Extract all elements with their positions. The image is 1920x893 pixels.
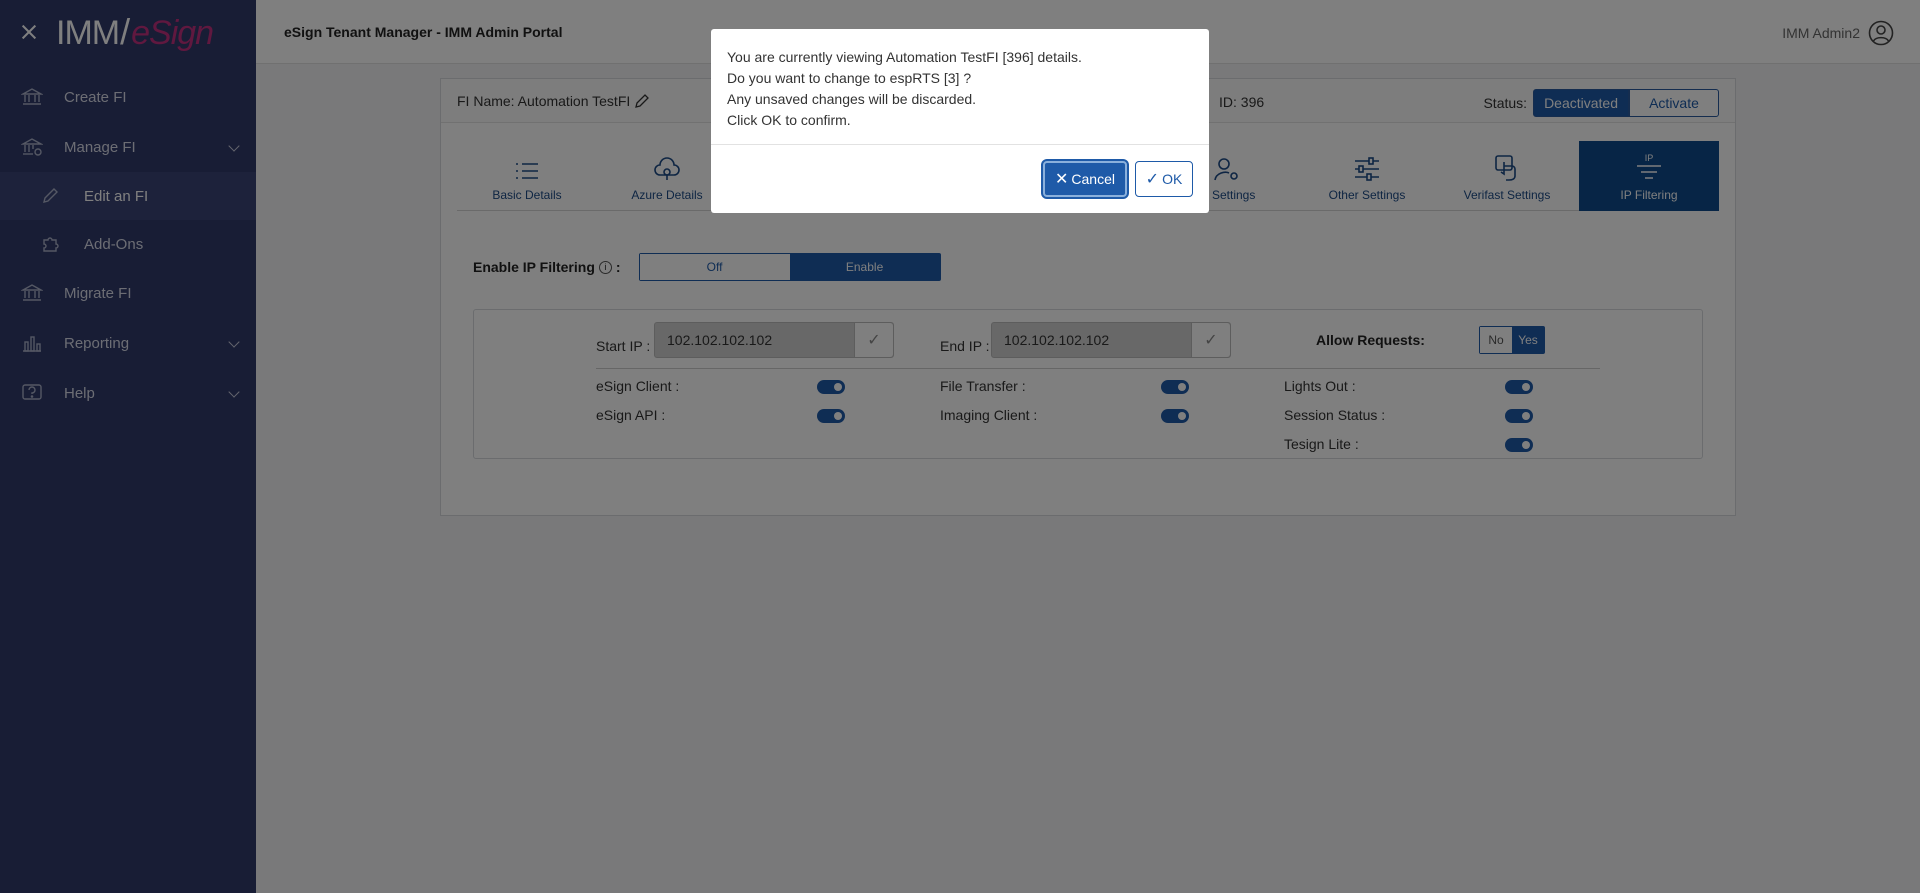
- dialog-message: You are currently viewing Automation Tes…: [711, 29, 1209, 145]
- cancel-button-label: Cancel: [1071, 171, 1115, 187]
- cancel-button[interactable]: ✕ Cancel: [1043, 161, 1127, 197]
- ok-button-label: OK: [1162, 171, 1183, 187]
- dialog-line: Click OK to confirm.: [727, 112, 851, 128]
- confirm-dialog: You are currently viewing Automation Tes…: [711, 29, 1209, 213]
- dialog-line: You are currently viewing Automation Tes…: [727, 49, 1082, 65]
- dialog-line: Any unsaved changes will be discarded.: [727, 91, 977, 107]
- close-icon: ✕: [1055, 171, 1069, 188]
- dialog-line: Do you want to change to espRTS [3] ?: [727, 70, 972, 86]
- dialog-actions: ✕ Cancel ✓ OK: [1043, 161, 1193, 197]
- ok-button[interactable]: ✓ OK: [1135, 161, 1193, 197]
- check-icon: ✓: [1145, 171, 1160, 188]
